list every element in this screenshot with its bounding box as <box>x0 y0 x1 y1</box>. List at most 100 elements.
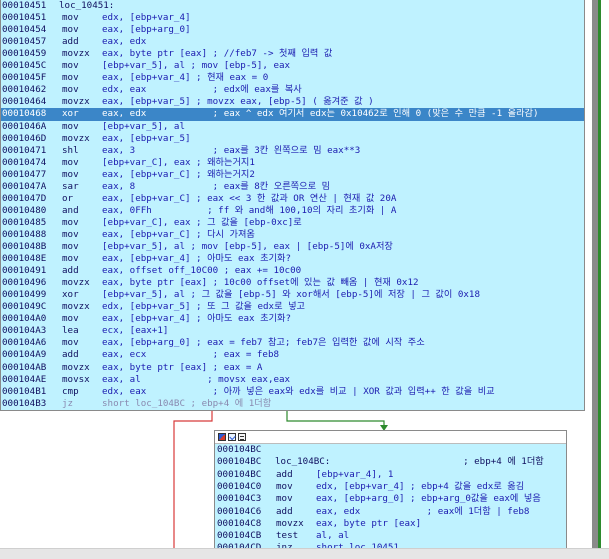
basic-block-loc-10451[interactable]: 00010451 loc_10451: 00010451 mov edx, [ebp+v… <box>0 0 585 411</box>
selected-instruction-line[interactable]: 00010468 xor eax, edx ; eax ^ edx 여기서 edx는… <box>1 108 584 121</box>
graph-collapse-icon[interactable] <box>238 433 246 441</box>
graph-color-icon[interactable] <box>218 433 226 441</box>
operands: eax, [ebp+var_5] <box>102 132 191 144</box>
address: 000104C0 <box>217 480 262 492</box>
operands: eax, [ebp+arg_0] ; eax = feb7 참고; feb7은 … <box>102 337 425 349</box>
operands: [ebp+var_5], al ; 그 값을 [ebp-5] 와 xor해서 [… <box>102 289 480 301</box>
address: 000104A0 <box>2 313 47 325</box>
basic-block-loc-104bc[interactable]: 000104BC 000104BC loc_104BC: ; ebp+4 에 1더함… <box>214 430 567 558</box>
address: 000104A6 <box>2 337 47 349</box>
operands: ecx, [eax+1] <box>102 325 169 337</box>
operands: edx, [ebp+var_4] ; ebp+4 값을 edx로 옮김 <box>316 480 525 492</box>
mnemonic: shl <box>62 144 79 156</box>
address: 0001047A <box>2 180 47 192</box>
address: 00010451 <box>2 12 47 24</box>
operands: eax, [ebp+var_C] ; 다시 가져옴 <box>102 228 255 240</box>
mnemonic: movzx <box>62 277 90 289</box>
graph-edit-icon[interactable] <box>228 433 236 441</box>
operands: [ebp+var_4], 1 <box>316 468 394 480</box>
address: 00010474 <box>2 156 47 168</box>
mnemonic: mov <box>62 120 79 132</box>
address: 000104C8 <box>217 517 262 529</box>
operands: eax, [ebp+var_4] ; 현재 eax = 0 <box>102 72 269 84</box>
operands: loc_104BC: ; ebp+4 에 1더함 <box>275 456 544 468</box>
mnemonic: mov <box>62 337 79 349</box>
operands: eax, [ebp+arg_0] <box>102 24 191 36</box>
mnemonic: movsx <box>62 373 90 385</box>
mnemonic: mov <box>62 156 79 168</box>
mnemonic: jz <box>62 397 74 409</box>
operands: eax, ecx ; eax = feb8 <box>102 349 280 361</box>
mnemonic: mov <box>62 72 79 84</box>
mnemonic: mov <box>62 168 79 180</box>
address: 000104C3 <box>217 493 262 505</box>
operands: edx, eax ; edx에 eax를 복사 <box>102 84 302 96</box>
mnemonic: mov <box>62 313 79 325</box>
address: 0001049C <box>2 301 47 313</box>
address: 0001045F <box>2 72 47 84</box>
address: 00010491 <box>2 265 47 277</box>
address: 00010451 <box>2 0 47 11</box>
operands: eax, edx <box>102 36 147 48</box>
address: 0001048E <box>2 253 47 265</box>
operands: eax, [ebp+var_C] ; 왜하는거지2 <box>102 168 255 180</box>
mnemonic: mov <box>62 216 79 228</box>
address: 0001048B <box>2 241 47 252</box>
address: 000104A9 <box>2 349 47 361</box>
address: 000104BC <box>217 456 262 468</box>
address: 000104C6 <box>217 505 262 517</box>
mnemonic: add <box>276 468 293 480</box>
mnemonic: cmp <box>62 385 79 397</box>
true-branch-edge <box>286 411 388 431</box>
horizontal-scrollbar[interactable] <box>0 548 609 559</box>
address: 000104AE <box>2 373 47 385</box>
mnemonic: mov <box>276 480 293 492</box>
address: 00010471 <box>2 144 47 156</box>
mnemonic: movzx <box>62 48 90 60</box>
mnemonic: add <box>62 265 79 277</box>
false-branch-edge <box>173 411 213 558</box>
address: 00010496 <box>2 277 47 289</box>
operands: eax, edx ; eax에 1더함 | feb8 <box>316 505 530 517</box>
operands: loc_10451: <box>59 0 115 11</box>
mnemonic: add <box>62 36 79 48</box>
mnemonic: mov <box>62 24 79 36</box>
address: 00010468 <box>2 108 47 120</box>
mnemonic: movzx <box>62 96 90 108</box>
mnemonic: test <box>276 530 299 542</box>
address: 0001046D <box>2 132 47 144</box>
address: 00010488 <box>2 228 47 240</box>
address: 00010457 <box>2 36 47 48</box>
address: 00010464 <box>2 96 47 108</box>
block-titlebar <box>215 431 566 444</box>
mnemonic: xor <box>62 108 79 120</box>
mnemonic: mov <box>276 493 293 505</box>
mnemonic: sar <box>62 180 79 192</box>
address: 000104B1 <box>2 385 47 397</box>
mnemonic: mov <box>62 228 79 240</box>
mnemonic: mov <box>62 241 79 252</box>
address: 0001045C <box>2 60 47 72</box>
address: 00010477 <box>2 168 47 180</box>
graph-edge-right <box>598 0 601 552</box>
address: 0001047D <box>2 192 47 204</box>
graph-view-canvas[interactable]: 00010451 loc_10451: 00010451 mov edx, [ebp+v… <box>0 0 609 559</box>
mnemonic: or <box>62 192 74 204</box>
operands: [ebp+var_C], eax ; 왜하는거지1 <box>102 156 255 168</box>
address: 00010485 <box>2 216 47 228</box>
mnemonic: and <box>62 204 79 216</box>
address: 0001046A <box>2 120 47 132</box>
operands: eax, 3 ; eax를 3칸 왼쪽으로 밈 eax**3 <box>102 144 361 156</box>
operands: edx, [ebp+var_5] ; 또 그 값을 edx로 넣고 <box>102 301 305 313</box>
mnemonic: xor <box>62 289 79 301</box>
mnemonic: add <box>276 505 293 517</box>
operands: [ebp+var_5], al ; mov [ebp-5], eax <box>102 60 291 72</box>
operands: short loc_104BC ; ebp+4 에 1더함 <box>102 397 272 409</box>
address: 000104B3 <box>2 397 47 409</box>
mnemonic: movzx <box>276 517 304 529</box>
operands: eax, byte ptr [eax] ; 10c00 offset에 있는 값… <box>102 277 419 289</box>
operands: eax, [ebp+var_C] ; eax << 3 한 값과 OR 연산 |… <box>102 192 397 204</box>
mnemonic: movzx <box>62 301 90 313</box>
mnemonic: mov <box>62 253 79 265</box>
address: 00010499 <box>2 289 47 301</box>
